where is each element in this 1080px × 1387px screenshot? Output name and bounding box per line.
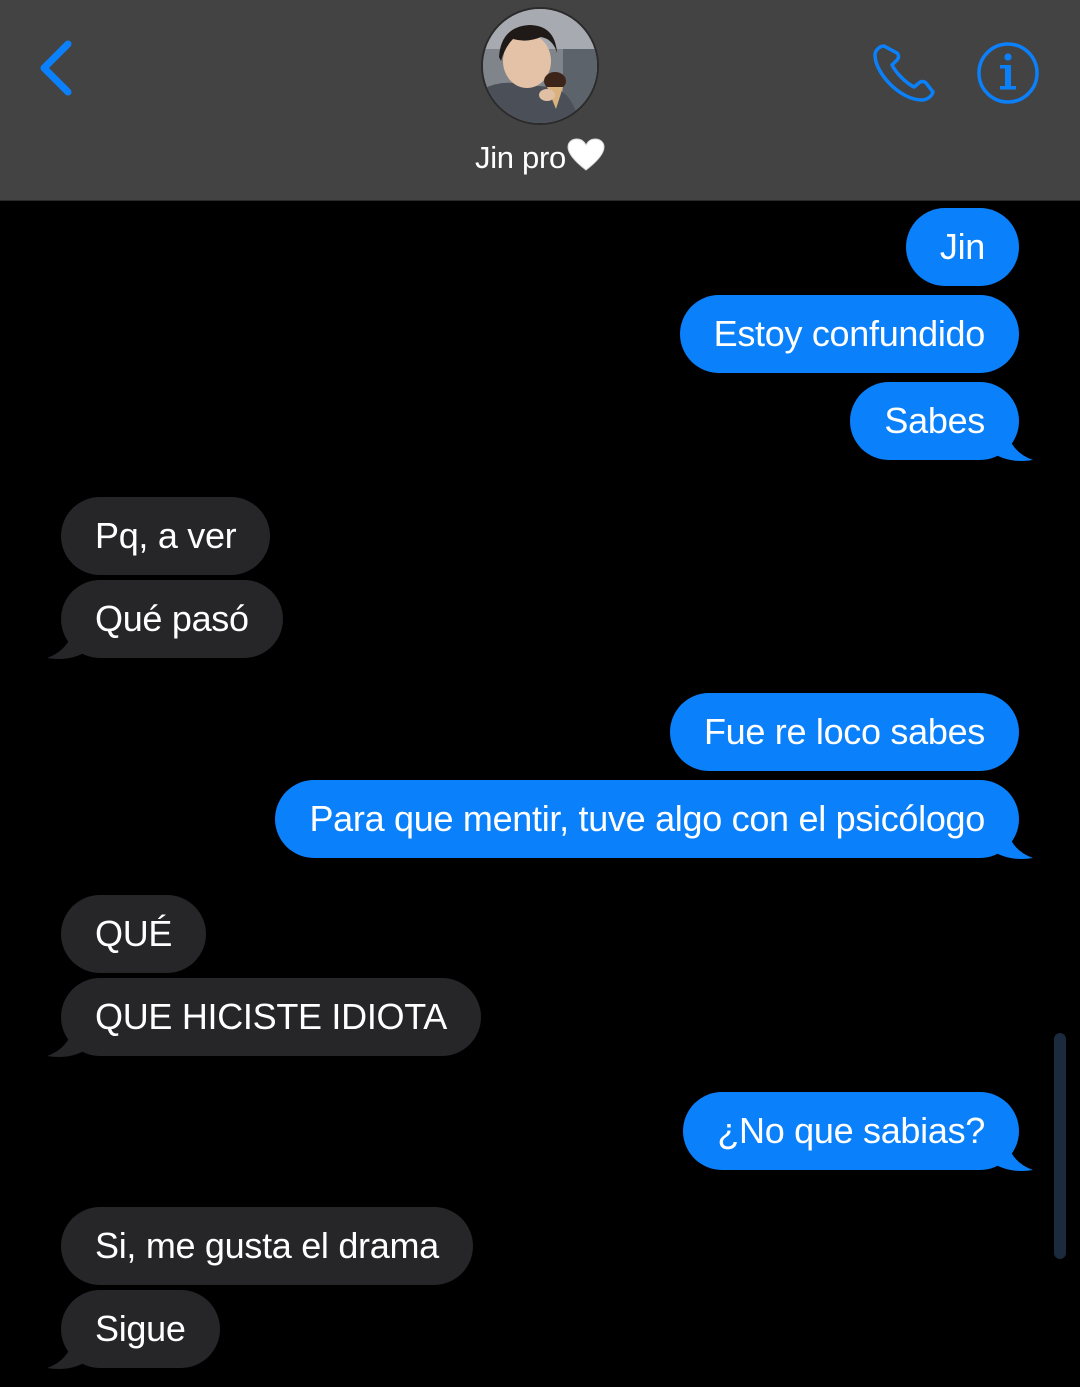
message-text: ¿No que sabias? xyxy=(717,1110,985,1151)
message-text: QUÉ xyxy=(95,913,173,954)
message-text: Jin xyxy=(939,226,985,267)
call-button[interactable] xyxy=(870,40,940,106)
back-button[interactable] xyxy=(30,36,82,100)
received-message[interactable]: Si, me gusta el drama xyxy=(61,1207,473,1285)
message-text: Sigue xyxy=(95,1308,186,1349)
contact-name[interactable]: Jin pro xyxy=(0,138,1080,176)
message-text: Para que mentir, tuve algo con el psicól… xyxy=(309,798,985,839)
contact-name-label: Jin pro xyxy=(475,140,566,175)
chevron-left-icon xyxy=(40,40,72,96)
message-text: Si, me gusta el drama xyxy=(95,1225,439,1266)
sent-message[interactable]: Para que mentir, tuve algo con el psicól… xyxy=(275,780,1033,859)
white-heart-icon xyxy=(567,138,605,171)
sent-message[interactable]: Sabes xyxy=(850,382,1033,461)
message-text: Pq, a ver xyxy=(95,515,237,556)
message-text: Sabes xyxy=(884,400,985,441)
message-text: Qué pasó xyxy=(95,598,249,639)
message-text: Fue re loco sabes xyxy=(703,711,985,752)
bubble-tail xyxy=(47,614,93,659)
conversation-header: Jin pro xyxy=(0,0,1080,201)
info-button[interactable] xyxy=(975,40,1041,106)
received-message[interactable]: QUE HICISTE IDIOTA xyxy=(47,978,481,1057)
sent-message[interactable]: Fue re loco sabes xyxy=(669,693,1019,771)
sent-message[interactable]: Estoy confundido xyxy=(679,295,1019,373)
received-message[interactable]: Qué pasó xyxy=(47,580,283,659)
bubble-tail xyxy=(987,1126,1033,1171)
received-message[interactable]: Pq, a ver xyxy=(61,497,271,575)
received-message[interactable]: QUÉ xyxy=(61,895,207,973)
message-text: Estoy confundido xyxy=(713,313,986,354)
message-text: QUE HICISTE IDIOTA xyxy=(95,996,447,1037)
sent-message[interactable]: ¿No que sabias? xyxy=(683,1092,1033,1171)
bubble-tail xyxy=(987,814,1033,859)
bubble-tail xyxy=(47,1012,93,1057)
received-message[interactable]: Sigue xyxy=(47,1290,220,1369)
bubble-tail xyxy=(987,416,1033,461)
scrollbar[interactable] xyxy=(1054,1033,1066,1259)
contact-avatar[interactable] xyxy=(481,7,599,125)
sent-message[interactable]: Jin xyxy=(905,208,1019,286)
bubble-tail xyxy=(47,1324,93,1369)
phone-icon xyxy=(873,44,935,102)
info-icon xyxy=(977,42,1039,104)
